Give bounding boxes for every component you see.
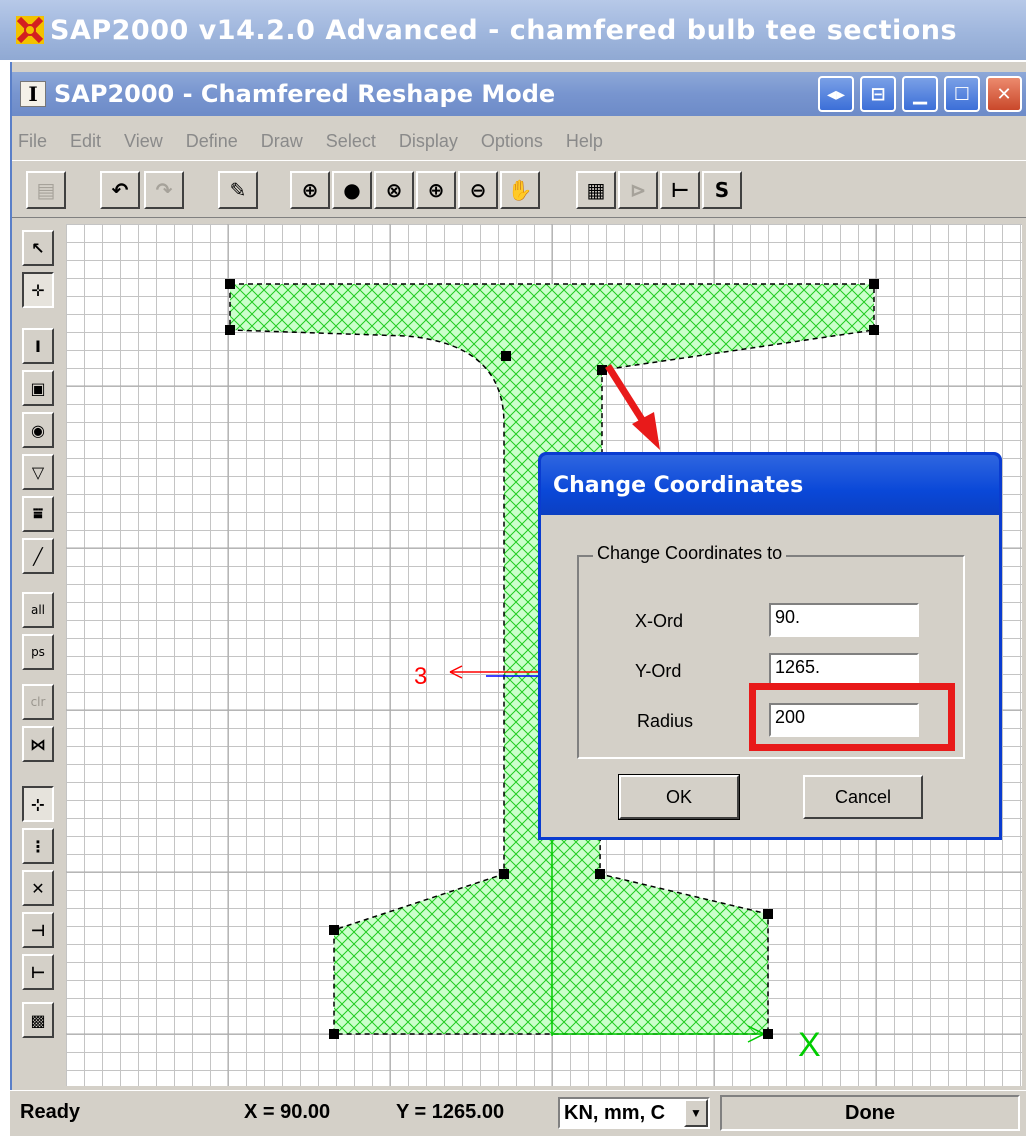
close-button[interactable]: ✕ xyxy=(986,76,1022,112)
menu-bar: File Edit View Define Draw Select Displa… xyxy=(12,124,1026,158)
zoom-in-icon[interactable]: ⊕ xyxy=(416,171,456,209)
status-ready: Ready xyxy=(20,1101,81,1123)
snap-intersection-icon[interactable]: ✕ xyxy=(22,870,54,906)
main-toolbar: ▤ ↶ ↷ ✎ ⊕ ● ⊗ ⊕ ⊖ ✋ ▦ ⊳ ⊢ S xyxy=(12,160,1026,218)
status-done: Done xyxy=(845,1101,895,1124)
radius-highlight-box xyxy=(749,683,955,751)
window-titlebar[interactable]: I SAP2000 - Chamfered Reshape Mode ◂▸ ⊟ … xyxy=(12,72,1026,116)
chevron-down-icon[interactable]: ▼ xyxy=(684,1099,708,1127)
s-button[interactable]: S xyxy=(702,171,742,209)
status-done-panel: Done xyxy=(720,1095,1020,1131)
dock-icon[interactable]: ⊟ xyxy=(860,76,896,112)
y-ord-input[interactable]: 1265. xyxy=(769,653,919,687)
status-y-coordinate: Y = 1265.00 xyxy=(396,1101,505,1123)
menu-define[interactable]: Define xyxy=(186,131,238,152)
menu-display[interactable]: Display xyxy=(399,131,458,152)
ok-button[interactable]: OK xyxy=(618,774,740,820)
redo-icon[interactable]: ↷ xyxy=(144,171,184,209)
x-ord-label: X-Ord xyxy=(635,611,684,631)
x-ord-input[interactable]: 90. xyxy=(769,603,919,637)
menu-help[interactable]: Help xyxy=(566,131,603,152)
status-bar: Ready X = 90.00 Y = 1265.00 KN, mm, C ▼ … xyxy=(10,1090,1026,1136)
menu-select[interactable]: Select xyxy=(326,131,376,152)
select-all-button[interactable]: all xyxy=(22,592,54,628)
units-dropdown[interactable]: KN, mm, C ▼ xyxy=(558,1097,710,1129)
snap-end-icon[interactable]: ⊢ xyxy=(22,954,54,990)
y-ord-label: Y-Ord xyxy=(635,661,682,681)
minimize-button[interactable]: ▁ xyxy=(902,76,938,112)
snap-grid-icon[interactable]: ⋈ xyxy=(22,726,54,762)
window-title: SAP2000 - Chamfered Reshape Mode xyxy=(54,80,556,108)
radius-label: Radius xyxy=(637,711,694,731)
snap-point-icon[interactable]: ⊹ xyxy=(22,786,54,822)
sap2000-logo-icon xyxy=(16,16,44,44)
snap-perpendicular-icon[interactable]: ⊣ xyxy=(22,912,54,948)
menu-edit[interactable]: Edit xyxy=(70,131,101,152)
new-icon[interactable]: ▤ xyxy=(26,171,66,209)
dialog-title: Change Coordinates xyxy=(553,472,804,498)
zoom-restore-icon[interactable]: ● xyxy=(332,171,372,209)
select-previous-button[interactable]: ps xyxy=(22,634,54,670)
pan-icon[interactable]: ✋ xyxy=(500,171,540,209)
document-icon: I xyxy=(20,81,46,107)
status-x-coordinate: X = 90.00 xyxy=(244,1101,331,1123)
axis-label-3: 3 xyxy=(414,663,427,690)
menu-draw[interactable]: Draw xyxy=(261,131,303,152)
draw-circle-icon[interactable]: ◉ xyxy=(22,412,54,448)
groupbox-title: Change Coordinates to xyxy=(593,543,787,564)
app-titlebar: SAP2000 v14.2.0 Advanced - chamfered bul… xyxy=(0,0,1026,60)
dialog-titlebar[interactable]: Change Coordinates xyxy=(541,455,999,515)
zoom-previous-icon[interactable]: ⊗ xyxy=(374,171,414,209)
axis-icon[interactable]: ⊳ xyxy=(618,171,658,209)
menu-options[interactable]: Options xyxy=(481,131,543,152)
menu-view[interactable]: View xyxy=(124,131,163,152)
draw-rebar-icon[interactable]: ⩸ xyxy=(22,496,54,532)
axis-label-x: X xyxy=(798,1026,821,1064)
tile-icon[interactable]: ◂▸ xyxy=(818,76,854,112)
pencil-icon[interactable]: ✎ xyxy=(218,171,258,209)
cancel-button[interactable]: Cancel xyxy=(803,775,923,819)
undo-icon[interactable]: ↶ xyxy=(100,171,140,209)
snap-grid-box-icon[interactable]: ▩ xyxy=(22,1002,54,1038)
snap-midpoint-icon[interactable]: ⋮ xyxy=(22,828,54,864)
menu-file[interactable]: File xyxy=(18,131,47,152)
table-icon[interactable]: ▦ xyxy=(576,171,616,209)
change-coordinates-dialog: Change Coordinates Change Coordinates to… xyxy=(538,452,1002,840)
clear-selection-button[interactable]: clr xyxy=(22,684,54,720)
app-title: SAP2000 v14.2.0 Advanced - chamfered bul… xyxy=(50,14,958,46)
reshape-pointer-icon[interactable]: ✛ xyxy=(22,272,54,308)
zoom-window-icon[interactable]: ⊕ xyxy=(290,171,330,209)
select-all-label: all xyxy=(30,603,46,617)
pointer-icon[interactable]: ↖ xyxy=(22,230,54,266)
draw-polygon-icon[interactable]: ▽ xyxy=(22,454,54,490)
zoom-out-icon[interactable]: ⊖ xyxy=(458,171,498,209)
annotation-arrow xyxy=(605,364,660,450)
select-previous-label: ps xyxy=(31,645,45,659)
draw-line-icon[interactable]: ╱ xyxy=(22,538,54,574)
sap-section-icon[interactable]: ⊢ xyxy=(660,171,700,209)
draw-i-section-icon[interactable]: I xyxy=(22,328,54,364)
clear-selection-label: clr xyxy=(30,695,46,709)
dialog-body: Change Coordinates to X-Ord 90. Y-Ord 12… xyxy=(541,515,999,837)
draw-rectangle-icon[interactable]: ▣ xyxy=(22,370,54,406)
s-label: S xyxy=(714,178,730,202)
maximize-button[interactable]: ☐ xyxy=(944,76,980,112)
units-value: KN, mm, C xyxy=(564,1101,666,1124)
